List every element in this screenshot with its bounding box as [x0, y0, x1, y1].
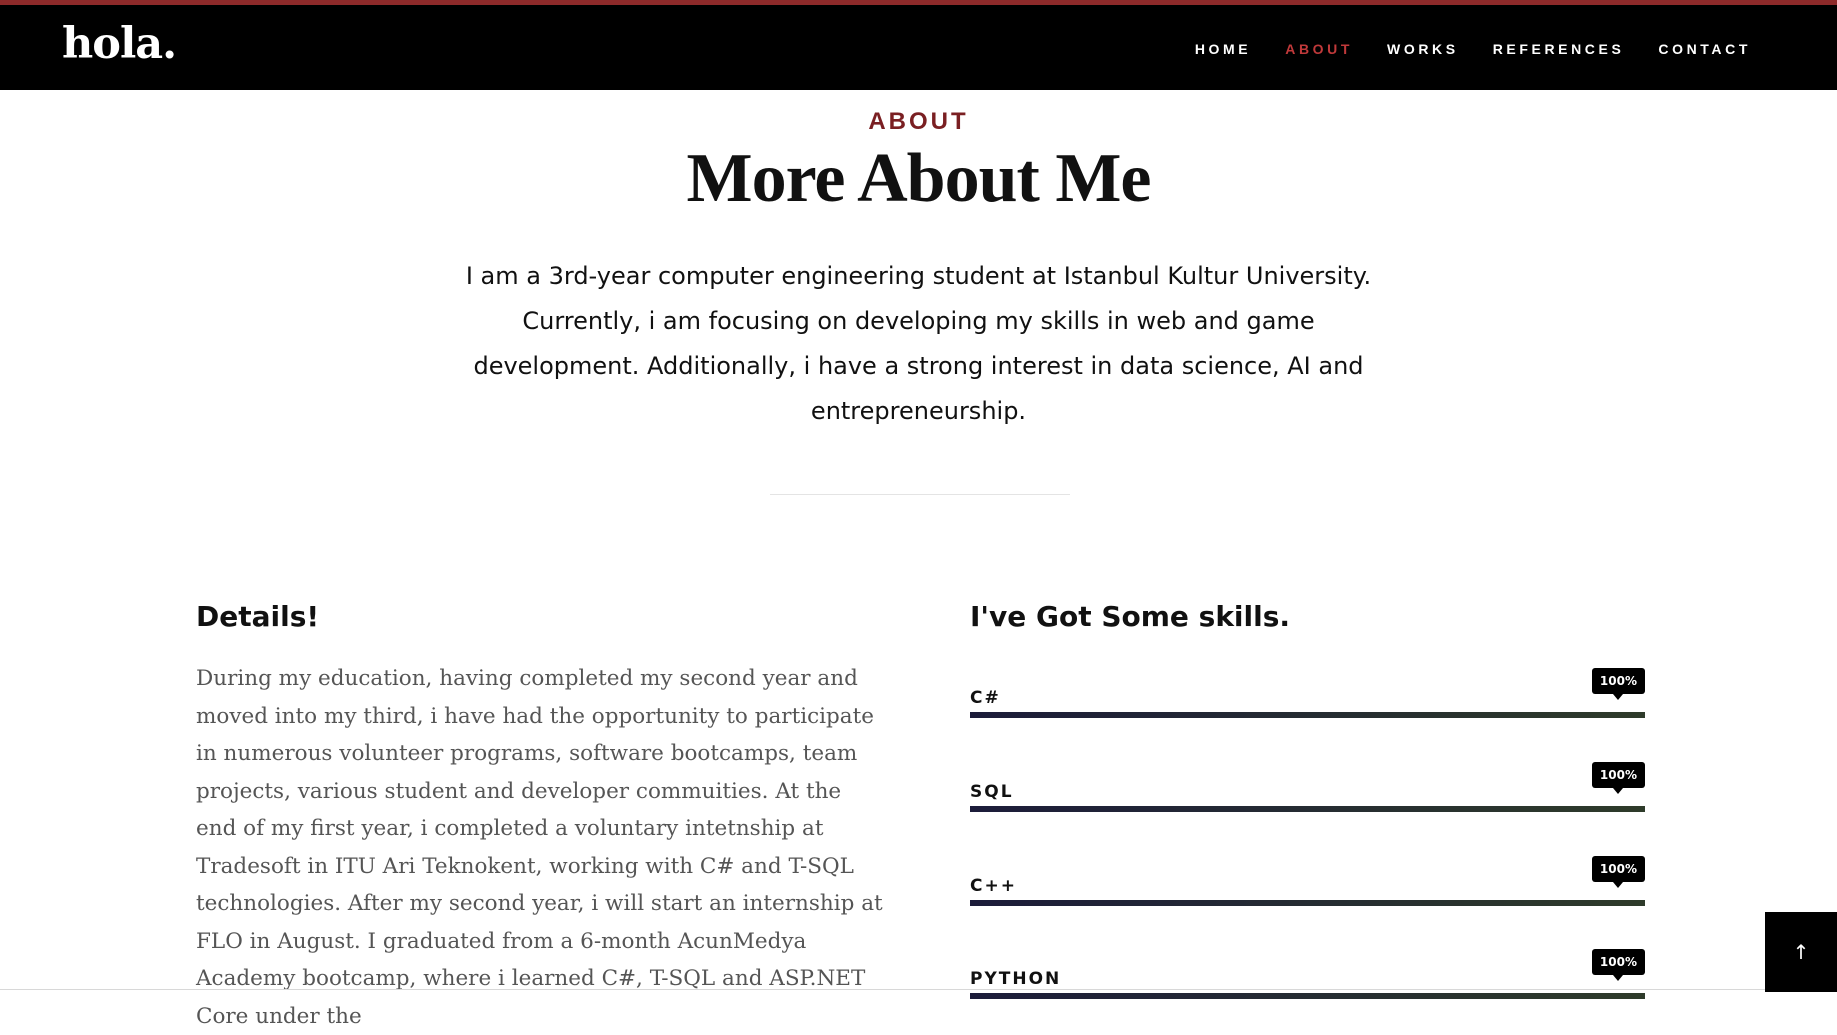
skill-fill [970, 806, 1645, 812]
skill-percent-badge: 100% [1591, 668, 1645, 700]
skill-fill [970, 993, 1645, 999]
nav-contact[interactable]: CONTACT [1658, 41, 1751, 57]
section-kicker: ABOUT [868, 108, 969, 135]
skill-track [970, 712, 1645, 718]
skill-fill [970, 900, 1645, 906]
page-title: More About Me [686, 140, 1152, 217]
skill-percent-badge: 100% [1591, 856, 1645, 888]
nav-home[interactable]: HOME [1195, 41, 1251, 57]
arrow-up-icon: ↑ [1792, 940, 1810, 964]
skill-fill [970, 712, 1645, 718]
nav-references[interactable]: REFERENCES [1493, 41, 1625, 57]
nav-about[interactable]: ABOUT [1285, 41, 1353, 57]
intro-paragraph: I am a 3rd-year computer engineering stu… [465, 262, 1372, 425]
skill-bar-sql: SQL 100% [970, 762, 1645, 822]
back-to-top-button[interactable]: ↑ [1765, 912, 1837, 992]
skill-track [970, 806, 1645, 812]
top-navigation-bar: hola. HOME ABOUT WORKS REFERENCES CONTAC… [0, 0, 1837, 90]
skill-name: C++ [970, 876, 1017, 896]
skill-bar-python: PYTHON 100% [970, 949, 1645, 1009]
skills-heading: I've Got Some skills. [970, 600, 1291, 633]
about-intro-section: ABOUT More About Me I am a 3rd-year comp… [0, 90, 1837, 434]
skill-name: SQL [970, 782, 1014, 802]
details-paragraph: During my education, having completed my… [196, 666, 883, 1029]
nav-works[interactable]: WORKS [1387, 41, 1459, 57]
skill-percent-badge: 100% [1591, 762, 1645, 794]
page-bottom-border [0, 989, 1765, 990]
skill-bar-cpp: C++ 100% [970, 856, 1645, 916]
main-nav: HOME ABOUT WORKS REFERENCES CONTACT [1161, 41, 1751, 57]
skill-name: PYTHON [970, 969, 1062, 989]
skill-track [970, 993, 1645, 999]
section-divider [770, 494, 1070, 495]
skill-name: C# [970, 688, 1001, 708]
site-logo[interactable]: hola. [62, 19, 177, 69]
skill-bar-csharp: C# 100% [970, 668, 1645, 728]
skill-percent-badge: 100% [1591, 949, 1645, 981]
details-heading: Details! [196, 600, 320, 633]
skill-track [970, 900, 1645, 906]
